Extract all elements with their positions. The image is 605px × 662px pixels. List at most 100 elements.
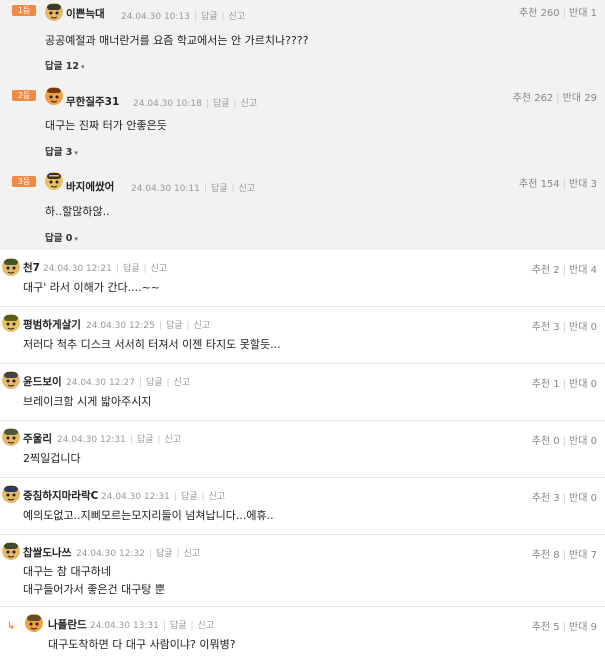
upvote-label[interactable]: 추천 <box>532 436 550 447</box>
report-link[interactable]: 신고 <box>198 621 215 631</box>
upvote-label[interactable]: 추천 <box>513 93 531 104</box>
reply-link[interactable]: 답글 <box>213 99 230 109</box>
comment-item: 주울리 24.04.30 12:31 | 답글 | 신고 추천 0 | 반대 0 2찍일겁니… <box>0 421 605 478</box>
downvote-label[interactable]: 반대 <box>569 8 587 19</box>
reply-link[interactable]: 답글 <box>123 264 140 274</box>
replies-toggle[interactable]: 답글 3 ▾ <box>45 144 78 158</box>
reply-link[interactable]: 답글 <box>146 378 163 388</box>
avatar[interactable] <box>25 614 43 632</box>
comment-text: 대구' 라서 이해가 간다....~~ <box>23 281 161 294</box>
comment-text: 대구는 진짜 터가 안좋은듯 <box>45 119 167 132</box>
nickname[interactable]: 주울리 <box>23 431 52 446</box>
report-link[interactable]: 신고 <box>209 492 226 502</box>
upvote-count: 262 <box>534 93 554 104</box>
upvote-label[interactable]: 추천 <box>532 265 550 276</box>
comment-item: 찹쌀도나쓰 24.04.30 12:32 | 답글 | 신고 추천 8 | 반대 7 대구는… <box>0 535 605 607</box>
comment-text: 하..할많하않.. <box>45 205 110 218</box>
downvote-label[interactable]: 반대 <box>569 550 587 561</box>
downvote-count: 3 <box>590 179 597 190</box>
upvote-label[interactable]: 추천 <box>532 322 550 333</box>
comment-text: 공공예절과 매너란거를 요즘 학교에서는 안 가르치나???? <box>45 34 309 47</box>
comment-text: 브레이크함 시게 밟아주시지 <box>23 395 152 408</box>
downvote-label[interactable]: 반대 <box>569 179 587 190</box>
reply-link[interactable]: 답글 <box>137 435 154 445</box>
comment-meta: 24.04.30 10:11 | 답글 | 신고 <box>131 184 256 194</box>
replies-toggle[interactable]: 답글 0 ▾ <box>45 230 78 244</box>
downvote-label[interactable]: 반대 <box>569 379 587 390</box>
downvote-label[interactable]: 반대 <box>569 265 587 276</box>
comment-meta: 24.04.30 12:21 | 답글 | 신고 <box>43 264 168 274</box>
report-link[interactable]: 신고 <box>241 99 258 109</box>
vote-counts: 추천 3 | 반대 0 <box>531 322 597 333</box>
upvote-label[interactable]: 추천 <box>519 8 537 19</box>
nickname[interactable]: 찹쌀도나쓰 <box>23 545 71 560</box>
report-link[interactable]: 신고 <box>184 549 201 559</box>
report-link[interactable]: 신고 <box>239 184 256 194</box>
avatar[interactable] <box>2 314 20 332</box>
nickname[interactable]: 중침하지마라락C <box>23 488 98 503</box>
downvote-count: 0 <box>590 379 597 390</box>
vote-counts: 추천 8 | 반대 7 <box>531 550 597 561</box>
nickname[interactable]: 이쁜늑대 <box>66 6 105 21</box>
avatar[interactable] <box>45 3 63 21</box>
downvote-label[interactable]: 반대 <box>569 436 587 447</box>
comment-text: 저러다 척추 디스크 서서히 터져서 이젠 타지도 못할듯... <box>23 338 281 351</box>
upvote-count: 3 <box>553 493 560 504</box>
vote-counts: 추천 154 | 반대 3 <box>518 179 597 190</box>
comment-date: 24.04.30 10:18 <box>133 99 202 109</box>
report-link[interactable]: 신고 <box>229 12 246 22</box>
upvote-label[interactable]: 추천 <box>532 622 550 633</box>
reply-arrow-icon: ↳ <box>7 621 16 632</box>
best-comment: 2등 무한질주31 24.04.30 10:18 | 답글 | 신고 추천 262 | 반대… <box>0 83 605 168</box>
comment-date: 24.04.30 12:21 <box>43 264 112 274</box>
vote-counts: 추천 5 | 반대 9 <box>531 622 597 633</box>
comment-item: 중침하지마라락C 24.04.30 12:31 | 답글 | 신고 추천 3 | 반대 0 … <box>0 478 605 535</box>
upvote-label[interactable]: 추천 <box>532 550 550 561</box>
upvote-label[interactable]: 추천 <box>532 493 550 504</box>
comment-meta: 24.04.30 10:13 | 답글 | 신고 <box>121 12 246 22</box>
avatar[interactable] <box>2 542 20 560</box>
downvote-label[interactable]: 반대 <box>569 493 587 504</box>
downvote-count: 4 <box>590 265 597 276</box>
downvote-label[interactable]: 반대 <box>569 622 587 633</box>
avatar[interactable] <box>2 371 20 389</box>
downvote-label[interactable]: 반대 <box>569 322 587 333</box>
upvote-count: 5 <box>553 622 560 633</box>
nickname[interactable]: 나폴란드 <box>48 617 87 632</box>
report-link[interactable]: 신고 <box>165 435 182 445</box>
replies-count: 답글 3 <box>45 147 73 158</box>
comment-text-line: 대구는 참 대구하네 <box>23 565 111 578</box>
reply-comment-item: ↳ 나폴란드 24.04.30 13:31 | 답글 | 신고 추천 5 | 반대 9 대구… <box>0 607 605 662</box>
reply-link[interactable]: 답글 <box>156 549 173 559</box>
reply-link[interactable]: 답글 <box>201 12 218 22</box>
nickname[interactable]: 윤드보이 <box>23 374 62 389</box>
report-link[interactable]: 신고 <box>151 264 168 274</box>
report-link[interactable]: 신고 <box>174 378 191 388</box>
nickname[interactable]: 천7 <box>23 260 40 275</box>
vote-counts: 추천 3 | 반대 0 <box>531 493 597 504</box>
chevron-down-icon: ▾ <box>81 63 85 71</box>
reply-link[interactable]: 답글 <box>211 184 228 194</box>
upvote-label[interactable]: 추천 <box>519 179 537 190</box>
nickname[interactable]: 평범하게살기 <box>23 317 81 332</box>
reply-link[interactable]: 답글 <box>166 321 183 331</box>
reply-link[interactable]: 답글 <box>181 492 198 502</box>
avatar[interactable] <box>2 428 20 446</box>
upvote-label[interactable]: 추천 <box>532 379 550 390</box>
reply-link[interactable]: 답글 <box>170 621 187 631</box>
avatar[interactable] <box>45 87 63 105</box>
report-link[interactable]: 신고 <box>194 321 211 331</box>
nickname[interactable]: 무한질주31 <box>66 94 119 109</box>
comment-meta: 24.04.30 13:31 | 답글 | 신고 <box>90 621 215 631</box>
avatar[interactable] <box>45 172 63 190</box>
downvote-label[interactable]: 반대 <box>563 93 581 104</box>
replies-toggle[interactable]: 답글 12 ▾ <box>45 58 85 72</box>
vote-counts: 추천 262 | 반대 29 <box>512 93 597 104</box>
avatar[interactable] <box>2 258 20 276</box>
comment-date: 24.04.30 13:31 <box>90 621 159 631</box>
rank-badge: 2등 <box>12 90 36 101</box>
avatar[interactable] <box>2 485 20 503</box>
nickname[interactable]: 바지에쌌어 <box>66 179 114 194</box>
vote-counts: 추천 2 | 반대 4 <box>531 265 597 276</box>
comment-date: 24.04.30 10:11 <box>131 184 200 194</box>
